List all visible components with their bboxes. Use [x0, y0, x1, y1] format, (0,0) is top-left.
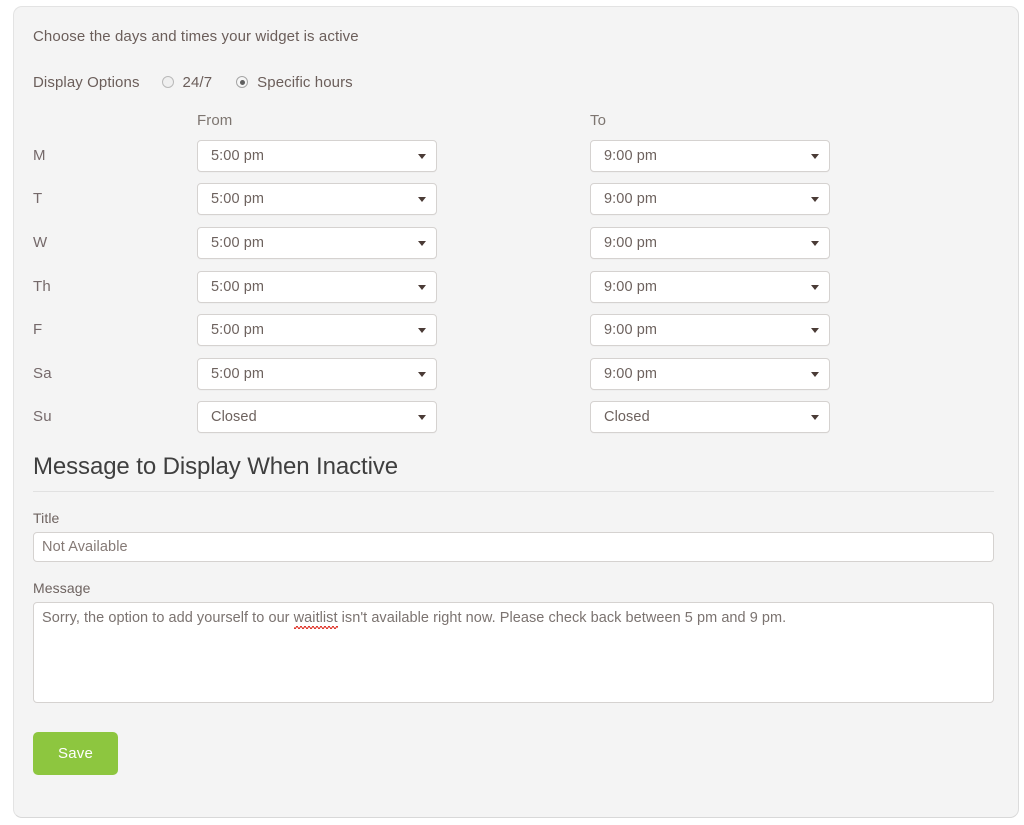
intro-text: Choose the days and times your widget is…	[33, 28, 359, 45]
schedule-header-from: From	[197, 112, 590, 130]
chevron-down-icon	[811, 240, 819, 246]
day-label-thursday: Th	[33, 277, 51, 295]
day-label-friday: F	[33, 321, 43, 339]
widget-schedule-panel: Choose the days and times your widget is…	[13, 6, 1019, 818]
chevron-down-icon	[811, 153, 819, 159]
to-select-saturday[interactable]: 9:00 pm	[590, 357, 830, 390]
day-label-saturday: Sa	[33, 364, 52, 382]
to-select-wednesday[interactable]: 9:00 pm	[590, 226, 830, 259]
chevron-down-icon	[418, 240, 426, 246]
schedule-header-row: From To	[33, 112, 1006, 134]
from-select-value-thursday: 5:00 pm	[211, 278, 265, 295]
chevron-down-icon	[418, 284, 426, 290]
from-select-wednesday[interactable]: 5:00 pm	[197, 226, 437, 259]
radio-option-specific-hours[interactable]: Specific hours	[236, 74, 353, 91]
from-select-value-tuesday: 5:00 pm	[211, 191, 265, 208]
from-select-friday[interactable]: 5:00 pm	[197, 314, 437, 347]
to-select-sunday[interactable]: Closed	[590, 401, 830, 434]
day-label-monday: M	[33, 146, 46, 164]
message-textarea-content: Sorry, the option to add yourself to our…	[42, 609, 985, 628]
display-options-row: Display Options 24/7 Specific hours	[33, 72, 1006, 92]
section-title-inactive-message: Message to Display When Inactive	[33, 453, 398, 481]
to-select-value-saturday: 9:00 pm	[604, 365, 658, 382]
day-label-tuesday: T	[33, 190, 43, 208]
radio-option-24-7[interactable]: 24/7	[161, 73, 213, 91]
radio-label-specific-hours: Specific hours	[257, 73, 353, 91]
chevron-down-icon	[811, 328, 819, 334]
schedule-row-friday: F 5:00 pm 9:00 pm	[33, 308, 1006, 352]
to-select-value-monday: 9:00 pm	[604, 147, 658, 164]
to-select-value-wednesday: 9:00 pm	[604, 234, 658, 251]
message-text-before: Sorry, the option to add yourself to our	[42, 610, 294, 627]
chevron-down-icon	[811, 415, 819, 421]
to-select-thursday[interactable]: 9:00 pm	[590, 270, 830, 303]
display-options-label: Display Options	[33, 73, 140, 91]
to-select-value-thursday: 9:00 pm	[604, 278, 658, 295]
to-select-friday[interactable]: 9:00 pm	[590, 314, 830, 347]
schedule-row-wednesday: W 5:00 pm 9:00 pm	[33, 221, 1006, 265]
title-field-label: Title	[33, 510, 60, 527]
misspelled-word: waitlist	[293, 610, 338, 627]
message-text-after: isn't available right now. Please check …	[337, 610, 787, 627]
chevron-down-icon	[811, 371, 819, 377]
to-select-value-sunday: Closed	[604, 409, 650, 426]
message-field-label: Message	[33, 580, 91, 597]
from-select-saturday[interactable]: 5:00 pm	[197, 357, 437, 390]
schedule-header-to-label: To	[590, 112, 607, 129]
to-select-monday[interactable]: 9:00 pm	[590, 139, 830, 172]
title-input[interactable]	[33, 532, 994, 563]
from-select-value-saturday: 5:00 pm	[211, 365, 265, 382]
to-select-value-tuesday: 9:00 pm	[604, 191, 658, 208]
schedule-row-monday: M 5:00 pm 9:00 pm	[33, 134, 1006, 178]
from-select-value-wednesday: 5:00 pm	[211, 234, 265, 251]
radio-icon-specific-hours[interactable]	[236, 76, 249, 88]
day-label-wednesday: W	[33, 233, 48, 251]
schedule-row-saturday: Sa 5:00 pm 9:00 pm	[33, 352, 1006, 396]
from-select-thursday[interactable]: 5:00 pm	[197, 270, 437, 303]
to-select-tuesday[interactable]: 9:00 pm	[590, 183, 830, 216]
day-label-sunday: Su	[33, 408, 52, 426]
chevron-down-icon	[418, 371, 426, 377]
from-select-sunday[interactable]: Closed	[197, 401, 437, 434]
from-select-value-sunday: Closed	[211, 409, 257, 426]
from-select-value-monday: 5:00 pm	[211, 147, 265, 164]
schedule-header-from-label: From	[197, 112, 233, 129]
schedule-header-to: To	[590, 112, 830, 130]
message-textarea[interactable]: Sorry, the option to add yourself to our…	[33, 602, 994, 704]
from-select-monday[interactable]: 5:00 pm	[197, 139, 437, 172]
schedule-grid: From To M 5:00 pm 9:00 pm T 5:00 pm 9:00…	[33, 112, 1006, 439]
chevron-down-icon	[418, 415, 426, 421]
chevron-down-icon	[418, 328, 426, 334]
schedule-row-sunday: Su Closed Closed	[33, 396, 1006, 440]
schedule-row-tuesday: T 5:00 pm 9:00 pm	[33, 178, 1006, 222]
section-divider	[33, 491, 994, 493]
to-select-value-friday: 9:00 pm	[604, 322, 658, 339]
from-select-value-friday: 5:00 pm	[211, 322, 265, 339]
chevron-down-icon	[418, 197, 426, 203]
save-button[interactable]: Save	[33, 732, 118, 776]
schedule-row-thursday: Th 5:00 pm 9:00 pm	[33, 265, 1006, 309]
chevron-down-icon	[418, 153, 426, 159]
radio-icon-24-7[interactable]	[161, 76, 174, 88]
from-select-tuesday[interactable]: 5:00 pm	[197, 183, 437, 216]
chevron-down-icon	[811, 197, 819, 203]
chevron-down-icon	[811, 284, 819, 290]
radio-label-24-7: 24/7	[182, 73, 213, 91]
